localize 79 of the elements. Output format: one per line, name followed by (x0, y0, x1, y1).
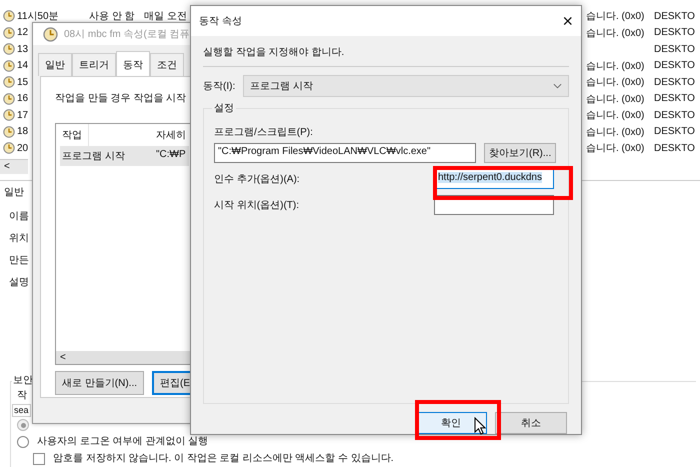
task-name[interactable]: 16 (17, 93, 28, 104)
task-result: 습니다. (0x0) (586, 143, 644, 154)
task-result: 습니다. (0x0) (586, 110, 644, 122)
radio-button[interactable] (17, 436, 29, 448)
dialog-button[interactable]: 새로 만들기(N)... (55, 371, 144, 395)
tab[interactable]: 트리거 (72, 53, 116, 76)
tab[interactable]: 조건 (150, 53, 184, 76)
arguments-field[interactable]: http://serpent0.duckdns (434, 169, 554, 189)
task-author: DESKTO (654, 93, 695, 104)
field-label: 만든 (9, 254, 29, 266)
clock-icon (43, 26, 58, 42)
task-author: DESKTO (654, 110, 695, 121)
clock-icon (3, 92, 15, 105)
clock-icon (3, 26, 15, 39)
field-label: 위치 (9, 232, 29, 244)
horizontal-scrollbar[interactable]: < (0, 158, 28, 174)
task-name[interactable]: 18 (17, 126, 28, 138)
task-name[interactable]: 15 (17, 76, 28, 88)
task-author: DESKTO (654, 27, 695, 38)
task-result: 습니다. (0x0) (586, 11, 644, 22)
field-label: 이름 (9, 210, 29, 222)
task-name[interactable]: 17 (17, 110, 28, 121)
task-trigger: 매일 오전 (144, 11, 187, 22)
group-title: 설정 (212, 101, 236, 115)
close-icon[interactable]: × (562, 10, 573, 32)
task-author: DESKTO (654, 44, 695, 55)
clock-icon (3, 10, 15, 22)
task-result: 습니다. (0x0) (586, 28, 644, 39)
task-result: 습니다. (0x0) (586, 77, 644, 88)
task-name[interactable]: 12 (17, 27, 28, 38)
task-name[interactable]: 20 (17, 142, 28, 154)
task-author: DESKTO (654, 126, 695, 138)
scroll-left-arrow[interactable]: < (0, 161, 14, 172)
task-result: 습니다. (0x0) (586, 126, 644, 138)
instruction-text: 실행할 작업을 지정해야 합니다. (202, 46, 346, 60)
tab[interactable]: 일반 (38, 53, 72, 76)
field-label: 설명 (9, 276, 29, 288)
field-label: 시작 위치(옵션)(T): (214, 199, 299, 212)
field-label: 작 (17, 390, 27, 402)
task-author: DESKTO (654, 142, 695, 154)
clock-icon (3, 109, 15, 122)
table-cell-text: "C:₩P (156, 149, 186, 162)
clock-icon (3, 126, 15, 138)
field-label: 프로그램/스크립트(P): (214, 126, 314, 139)
clock-icon (3, 142, 15, 154)
task-name[interactable]: 11시50분 (17, 9, 59, 24)
field-label: 동작(I): (203, 80, 236, 93)
table-cell-text: 프로그램 시작 (62, 150, 125, 163)
tab[interactable]: 동작 (116, 51, 150, 76)
browse-button[interactable]: 찾아보기(R)... (484, 143, 556, 163)
action-row[interactable]: 프로그램 시작 "C:₩P (60, 146, 189, 166)
program-field[interactable]: "C:₩Program Files₩VideoLAN₩VLC₩vlc.exe" (214, 143, 476, 163)
scroll-left-arrow[interactable]: < (56, 352, 70, 363)
dialog-button[interactable]: 취소 (495, 412, 567, 434)
action-dropdown[interactable]: 프로그램 시작 (243, 75, 569, 97)
option-label: 암호를 저장하지 않습니다. 이 작업은 로컬 리소스에만 액세스할 수 있습니다. (53, 453, 394, 465)
task-status: 사용 안 함 (89, 11, 135, 22)
checkbox[interactable] (33, 453, 45, 465)
horizontal-scrollbar[interactable]: < (56, 351, 193, 364)
description-text: 작업을 만들 경우 작업을 시작 (55, 92, 188, 105)
chevron-down-icon (553, 83, 562, 89)
clock-icon (3, 60, 15, 72)
window-title: 08시 mbc fm 속성(로컬 컴퓨 (64, 28, 190, 41)
dialog-title: 동작 속성 (199, 15, 242, 28)
cursor-icon (474, 417, 486, 435)
task-author: DESKTO (654, 76, 695, 88)
task-name[interactable]: 14 (17, 60, 28, 72)
task-author: DESKTO (654, 10, 695, 22)
account-field[interactable]: sea (12, 404, 31, 416)
task-result: 습니다. (0x0) (586, 60, 644, 72)
task-result: 습니다. (0x0) (586, 94, 644, 105)
clock-icon (3, 43, 15, 56)
option-label: 사용자의 로그온 여부에 관계없이 실행 (37, 436, 208, 448)
clock-icon (3, 76, 15, 88)
general-tab[interactable]: 일반 (4, 186, 24, 198)
task-name[interactable]: 13 (17, 44, 28, 55)
task-author: DESKTO (654, 60, 695, 72)
group-title: 보안 (12, 374, 34, 386)
field-label: 인수 추가(옵션)(A): (214, 173, 300, 186)
